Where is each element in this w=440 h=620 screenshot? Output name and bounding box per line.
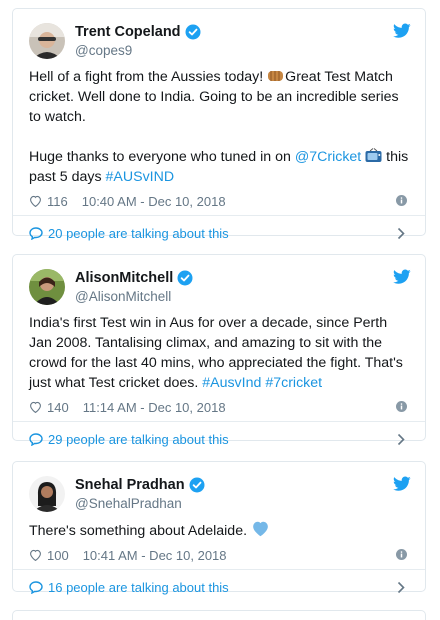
author-name[interactable]: Trent Copeland bbox=[75, 24, 181, 40]
avatar[interactable] bbox=[29, 23, 65, 59]
timestamp[interactable]: 10:41 AM - Dec 10, 2018 bbox=[83, 548, 227, 563]
speech-bubble-icon bbox=[29, 226, 43, 240]
tweet-meta: 100 10:41 AM - Dec 10, 2018 bbox=[13, 541, 425, 569]
hashtag-link[interactable]: #AUSvIND bbox=[106, 169, 175, 185]
tweet-card: Trent Copeland @copes9 Hell of a fight f… bbox=[12, 8, 426, 241]
author-name[interactable]: Snehal Pradhan bbox=[75, 477, 185, 493]
tweet-card: AlisonMitchell @AlisonMitchell India's f… bbox=[12, 254, 426, 447]
timestamp[interactable]: 10:40 AM - Dec 10, 2018 bbox=[82, 194, 226, 209]
author-handle[interactable]: @copes9 bbox=[75, 43, 132, 58]
verified-badge-icon bbox=[177, 270, 193, 286]
heart-icon[interactable] bbox=[29, 401, 42, 413]
avatar[interactable] bbox=[29, 476, 65, 512]
verified-badge-icon bbox=[189, 477, 205, 493]
hashtag-link[interactable]: #7cricket bbox=[265, 375, 322, 391]
like-count[interactable]: 140 bbox=[47, 400, 69, 415]
tweet-header: Trent Copeland @copes9 bbox=[13, 9, 425, 65]
talking-count[interactable]: 20 people are talking about this bbox=[48, 226, 229, 241]
like-count[interactable]: 100 bbox=[47, 548, 69, 563]
conversation-link[interactable]: 16 people are talking about this bbox=[13, 570, 425, 604]
tweet-card: Snehal Pradhan @SnehalPradhan There's so… bbox=[12, 461, 426, 595]
television-icon bbox=[365, 148, 382, 162]
twitter-bird-icon[interactable] bbox=[393, 23, 411, 39]
info-icon[interactable] bbox=[396, 401, 407, 412]
tweet-meta: 140 11:14 AM - Dec 10, 2018 bbox=[13, 393, 425, 421]
talking-count[interactable]: 29 people are talking about this bbox=[48, 432, 229, 447]
chevron-right-icon[interactable] bbox=[397, 433, 405, 446]
twitter-bird-icon[interactable] bbox=[393, 269, 411, 285]
author-handle[interactable]: @SnehalPradhan bbox=[75, 496, 182, 511]
chevron-right-icon[interactable] bbox=[397, 227, 405, 240]
tweet-text-part: Huge thanks to everyone who tuned in on bbox=[29, 149, 295, 165]
tweet-header: Snehal Pradhan @SnehalPradhan bbox=[13, 462, 425, 518]
talking-count[interactable]: 16 people are talking about this bbox=[48, 580, 229, 595]
tweet-card-partial bbox=[12, 610, 426, 620]
info-icon[interactable] bbox=[396, 195, 407, 206]
info-icon[interactable] bbox=[396, 549, 407, 560]
author-name[interactable]: AlisonMitchell bbox=[75, 270, 173, 286]
tweet-meta: 116 10:40 AM - Dec 10, 2018 bbox=[13, 187, 425, 215]
tweet-text-part: Hell of a fight from the Aussies today! bbox=[29, 69, 268, 85]
tweet-text: Hell of a fight from the Aussies today! … bbox=[13, 65, 425, 187]
hashtag-link[interactable]: #AusvInd bbox=[202, 375, 261, 391]
timestamp[interactable]: 11:14 AM - Dec 10, 2018 bbox=[83, 400, 226, 415]
tweet-header: AlisonMitchell @AlisonMitchell bbox=[13, 255, 425, 311]
mention-link[interactable]: @7Cricket bbox=[295, 149, 361, 165]
tweet-text: There's something about Adelaide. bbox=[13, 518, 425, 541]
heart-icon[interactable] bbox=[29, 549, 42, 561]
speech-bubble-icon bbox=[29, 432, 43, 446]
twitter-bird-icon[interactable] bbox=[393, 476, 411, 492]
conversation-link[interactable]: 29 people are talking about this bbox=[13, 422, 425, 456]
chevron-right-icon[interactable] bbox=[397, 581, 405, 594]
like-count[interactable]: 116 bbox=[47, 194, 68, 209]
author-handle[interactable]: @AlisonMitchell bbox=[75, 289, 171, 304]
fist-bump-icon bbox=[268, 71, 284, 81]
heart-icon[interactable] bbox=[29, 195, 42, 207]
conversation-link[interactable]: 20 people are talking about this bbox=[13, 216, 425, 250]
tweet-text-part: There's something about Adelaide. bbox=[29, 523, 251, 539]
tweet-text: India's first Test win in Aus for over a… bbox=[13, 311, 425, 393]
speech-bubble-icon bbox=[29, 580, 43, 594]
avatar[interactable] bbox=[29, 269, 65, 305]
verified-badge-icon bbox=[185, 24, 201, 40]
blue-heart-icon bbox=[253, 521, 268, 537]
